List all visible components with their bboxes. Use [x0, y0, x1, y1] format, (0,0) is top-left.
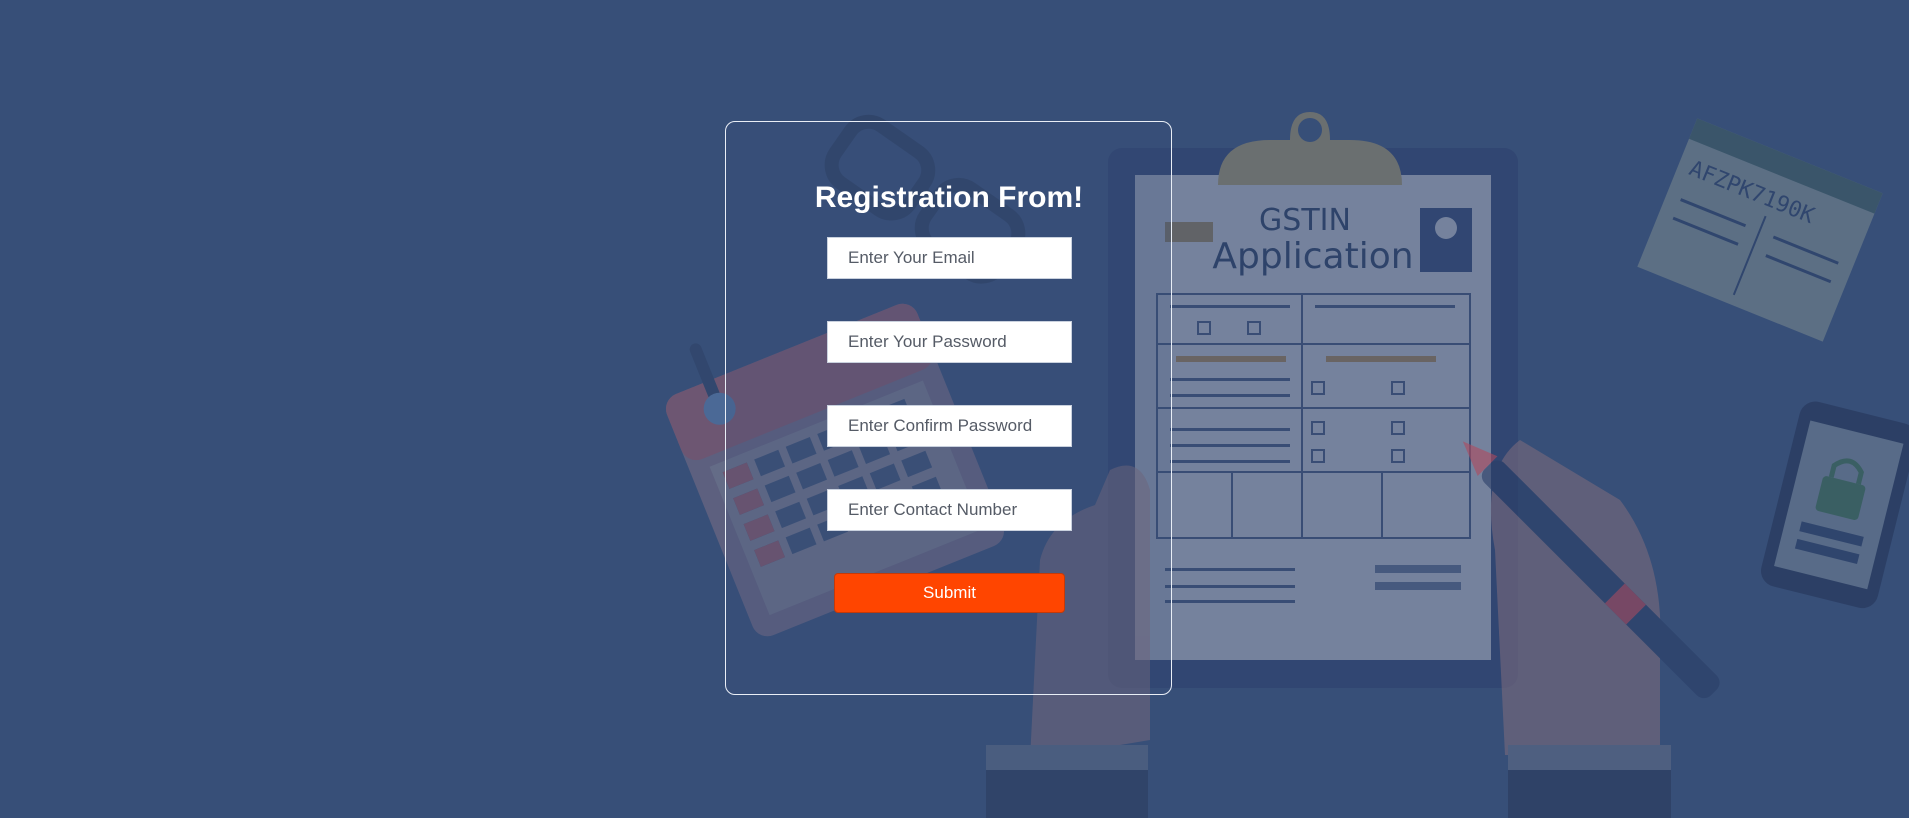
contact-number-field[interactable] — [827, 489, 1072, 531]
email-field[interactable] — [827, 237, 1072, 279]
phone-lock-icon — [1760, 401, 1909, 609]
confirm-password-field[interactable] — [827, 405, 1072, 447]
submit-button[interactable]: Submit — [834, 573, 1065, 613]
password-field[interactable] — [827, 321, 1072, 363]
svg-text:Application: Application — [1212, 236, 1413, 277]
captcha-card-icon: AFZPK7190K — [1637, 118, 1883, 342]
form-title: Registration From! — [814, 181, 1084, 214]
